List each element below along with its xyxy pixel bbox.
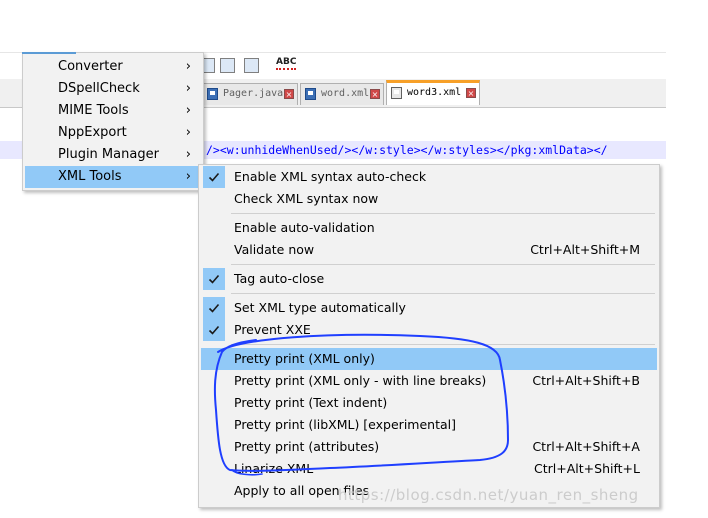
menu-item-mime-tools[interactable]: MIME Tools › (25, 100, 201, 122)
chevron-right-icon: › (185, 103, 191, 118)
spellcheck-icon[interactable]: ABC (276, 57, 297, 70)
chevron-right-icon: › (185, 125, 191, 140)
checkmark-icon (203, 297, 225, 319)
watermark: https://blog.csdn.net/yuan_ren_sheng (338, 486, 639, 504)
close-icon[interactable]: × (466, 88, 476, 98)
menu-item-converter[interactable]: Converter › (25, 56, 201, 78)
tab-label: word3.xml (407, 87, 462, 98)
file-icon (391, 87, 402, 99)
close-icon[interactable]: × (284, 89, 294, 99)
menu-item-pretty-print-xml-only[interactable]: Pretty print (XML only) (201, 348, 657, 370)
chevron-right-icon: › (185, 147, 191, 162)
close-icon[interactable]: × (370, 89, 380, 99)
chevron-right-icon: › (185, 59, 191, 74)
tab-label: Pager.java (223, 88, 284, 99)
plugins-submenu: Converter › DSpellCheck › MIME Tools › N… (22, 52, 204, 191)
menu-item-pretty-print-attributes[interactable]: Pretty print (attributes) Ctrl+Alt+Shift… (201, 436, 657, 458)
menu-item-xml-tools[interactable]: XML Tools › (25, 166, 201, 188)
menu-separator (231, 344, 655, 345)
checkmark-icon (203, 268, 225, 290)
tab-label: word.xml (321, 88, 370, 99)
menu-item-linarize-xml[interactable]: Linarize XML Ctrl+Alt+Shift+L (201, 458, 657, 480)
menu-separator (231, 213, 655, 214)
menu-item-dspellcheck[interactable]: DSpellCheck › (25, 78, 201, 100)
checkmark-icon (203, 166, 225, 188)
menu-item-check-syntax-now[interactable]: Check XML syntax now (201, 188, 657, 210)
tab-pager-java[interactable]: Pager.java × (202, 83, 298, 105)
chevron-right-icon: › (185, 81, 191, 96)
menu-item-plugin-manager[interactable]: Plugin Manager › (25, 144, 201, 166)
menu-item-pretty-print-line-breaks[interactable]: Pretty print (XML only - with line break… (201, 370, 657, 392)
menu-item-set-xml-type-auto[interactable]: Set XML type automatically (201, 297, 657, 319)
menu-item-pretty-print-text-indent[interactable]: Pretty print (Text indent) (201, 392, 657, 414)
menu-item-enable-syntax-autocheck[interactable]: Enable XML syntax auto-check (201, 166, 657, 188)
chevron-right-icon: › (185, 169, 191, 184)
checkmark-icon (203, 319, 225, 341)
editor-line-text: /><w:unhideWhenUsed/></w:style></w:style… (206, 143, 608, 157)
menu-item-nppexport[interactable]: NppExport › (25, 122, 201, 144)
tab-word-xml[interactable]: word.xml × (300, 83, 384, 105)
tab-word3-xml[interactable]: word3.xml × (386, 80, 480, 105)
menu-item-enable-auto-validation[interactable]: Enable auto-validation (201, 217, 657, 239)
menu-item-validate-now[interactable]: Validate now Ctrl+Alt+Shift+M (201, 239, 657, 261)
menu-item-prevent-xxe[interactable]: Prevent XXE (201, 319, 657, 341)
run-macro-multiple-icon[interactable] (220, 58, 235, 73)
save-macro-icon[interactable] (244, 58, 259, 73)
xml-tools-submenu: Enable XML syntax auto-check Check XML s… (198, 164, 660, 508)
menu-separator (231, 264, 655, 265)
menu-item-tag-auto-close[interactable]: Tag auto-close (201, 268, 657, 290)
menu-separator (231, 293, 655, 294)
menu-item-pretty-print-libxml[interactable]: Pretty print (libXML) [experimental] (201, 414, 657, 436)
file-icon (305, 88, 316, 100)
file-icon (207, 88, 218, 100)
